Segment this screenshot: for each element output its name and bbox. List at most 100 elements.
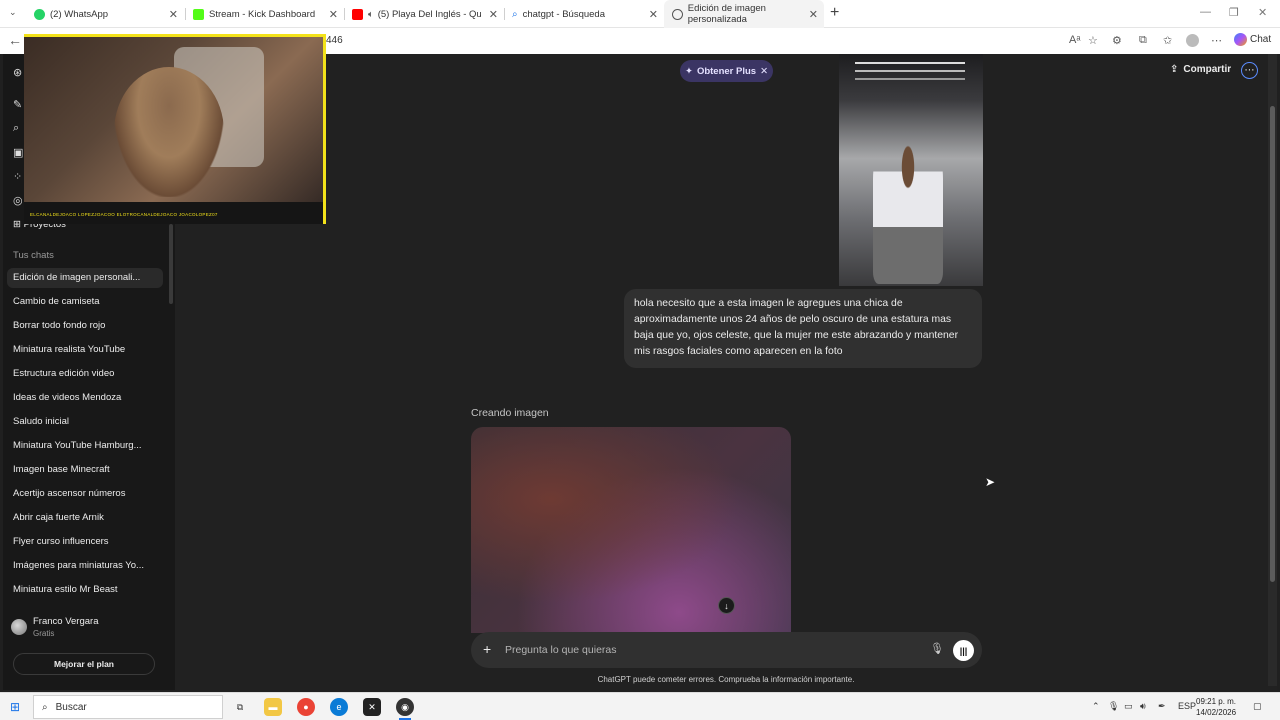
apps-icon[interactable]: ⁘ [13,170,22,183]
close-icon[interactable]: ✕ [169,8,178,21]
whatsapp-icon [34,8,45,20]
search-icon: ⌕ [512,8,518,20]
task-view-icon[interactable]: ⧉ [231,698,249,716]
profile-avatar[interactable] [1186,34,1199,47]
windows-taskbar: ⊞ ⌕ Buscar ⧉ ▬ ● e ✕ ◉ ⌃ 🎙︎ ▭ 🔊︎ ✒ ESP 0… [0,692,1280,720]
library-icon[interactable]: ▣ [13,146,23,159]
close-icon[interactable]: ✕ [760,66,768,77]
voice-mode-button[interactable]: ||| [953,640,974,661]
file-explorer-icon[interactable]: ▬ [264,698,282,716]
streamer [114,67,224,197]
user-name: Franco Vergara [33,616,99,627]
chat-item[interactable]: Miniatura estilo Mr Beast [7,580,163,600]
tab-kick-dashboard[interactable]: Stream - Kick Dashboard ✕ [185,0,344,28]
person-in-photo [873,134,943,284]
notifications-icon[interactable]: ▢ [1253,701,1262,712]
stream-handles-bar: ELCANALDEJOACO LOPEZJOACOO ELOTROCANALDE… [24,202,323,224]
microphone-tray-icon[interactable]: 🎙︎ [1108,701,1119,712]
folder-plus-icon: ⊞ [13,219,21,230]
split-screen-icon[interactable]: ⧉ [1139,34,1147,47]
chat-item-active[interactable]: Edición de imagen personali... [7,268,163,288]
edge-icon[interactable]: e [330,698,348,716]
back-icon[interactable]: ← [8,32,22,48]
new-tab-button[interactable]: + [830,4,839,22]
stream-webcam-overlay: ELCANALDEJOACO LOPEZJOACOO ELOTROCANALDE… [24,34,326,224]
user-plan: Gratis [33,629,55,638]
taskbar-search[interactable]: ⌕ Buscar [33,695,223,719]
tab-label: (5) Playa Del Inglés - Quevedo [377,8,482,20]
scroll-down-button[interactable]: ↓ [718,597,735,614]
tab-bing-search[interactable]: ⌕ chatgpt - Búsqueda ✕ [504,0,664,28]
copilot-icon [1234,33,1247,46]
close-icon[interactable]: ✕ [809,8,818,21]
get-plus-button[interactable]: ✦ Obtener Plus ✕ [680,60,773,82]
minimize-icon[interactable]: — [1200,6,1211,18]
tab-youtube[interactable]: 🔈︎ (5) Playa Del Inglés - Quevedo ✕ [344,0,504,28]
chat-item[interactable]: Cambio de camiseta [7,292,163,312]
chats-section-title: Tus chats [13,250,54,261]
maximize-icon[interactable]: ❐ [1229,6,1239,19]
elevator-lights [855,62,965,64]
microphone-icon[interactable]: 🎙︎ [930,642,944,655]
favorite-star-icon[interactable]: ☆ [1088,34,1098,47]
capcut-icon[interactable]: ✕ [363,698,381,716]
chat-item[interactable]: Imágenes para miniaturas Yo... [7,556,163,576]
chat-item[interactable]: Estructura edición video [7,364,163,384]
prompt-input[interactable] [505,641,905,659]
windows-start-icon[interactable]: ⊞ [10,700,20,714]
sparkle-icon: ✦ [684,65,693,77]
copilot-chat-button[interactable]: Chat [1234,33,1271,46]
kick-icon [193,8,204,20]
favorites-icon[interactable]: ✩ [1163,34,1172,47]
youtube-icon [352,8,363,20]
creating-image-label: Creando imagen [471,407,549,419]
tab-label: Stream - Kick Dashboard [209,8,316,20]
chat-item[interactable]: Borrar todo fondo rojo [7,316,163,336]
obs-icon[interactable]: ◉ [396,698,414,720]
chat-item[interactable]: Acertijo ascensor números [7,484,163,504]
upgrade-plan-button[interactable]: Mejorar el plan [13,653,155,675]
disclaimer-text: ChatGPT puede cometer errores. Comprueba… [597,675,855,684]
get-plus-label: Obtener Plus [696,65,757,77]
sidebar-scrollbar[interactable] [169,224,173,304]
attach-plus-icon[interactable]: + [483,641,491,657]
scrollbar-thumb[interactable] [1270,106,1275,582]
chat-item[interactable]: Saludo inicial [7,412,163,432]
tray-chevron-icon[interactable]: ⌃ [1092,701,1100,712]
chrome-icon[interactable]: ● [297,698,315,716]
chat-item[interactable]: Miniatura YouTube Hamburg... [7,436,163,456]
tab-list-icon[interactable]: ⌄ [9,7,17,18]
more-options-button[interactable]: ⋯ [1241,62,1258,79]
main-scrollbar[interactable] [1268,54,1277,686]
speaker-icon[interactable]: 🔈︎ [368,9,374,20]
chat-item[interactable]: Abrir caja fuerte Arnik [7,508,163,528]
read-aloud-icon[interactable]: Aᵃ [1069,34,1080,46]
chat-item[interactable]: Ideas de videos Mendoza [7,388,163,408]
close-icon[interactable]: ✕ [329,8,338,21]
tab-chatgpt-active[interactable]: Edición de imagen personalizada ✕ [664,0,824,28]
chat-item[interactable]: Imagen base Minecraft [7,460,163,480]
tab-whatsapp[interactable]: (2) WhatsApp ✕ [26,0,184,28]
uploaded-photo[interactable] [839,54,983,286]
more-menu-icon[interactable]: ⋯ [1211,34,1222,47]
user-profile[interactable]: Franco Vergara Gratis [11,616,98,638]
message-composer: + 🎙︎ ||| [471,632,982,668]
new-chat-icon[interactable]: ✎ [13,98,22,111]
codex-icon[interactable]: ◎ [13,194,23,207]
close-icon[interactable]: ✕ [489,8,498,21]
chat-item[interactable]: Miniatura realista YouTube [7,340,163,360]
clock[interactable]: 09:21 p. m. 14/02/2026 [1196,696,1236,718]
mouse-cursor-icon: ➤ [985,475,996,489]
openai-logo-icon[interactable]: ⊛ [13,66,22,79]
language-indicator[interactable]: ESP [1178,701,1196,711]
extensions-icon[interactable]: ⚙ [1112,34,1122,47]
close-window-icon[interactable]: ✕ [1258,6,1267,19]
share-button[interactable]: ⇪ Compartir [1170,64,1231,75]
pen-icon[interactable]: ✒ [1158,701,1166,712]
search-chats-icon[interactable]: ⌕ [13,122,19,135]
url-fragment[interactable]: 446 [326,35,343,46]
network-icon[interactable]: ▭ [1124,701,1133,712]
volume-icon[interactable]: 🔊︎ [1140,701,1146,712]
close-icon[interactable]: ✕ [649,8,658,21]
chat-item[interactable]: Flyer curso influencers [7,532,163,552]
